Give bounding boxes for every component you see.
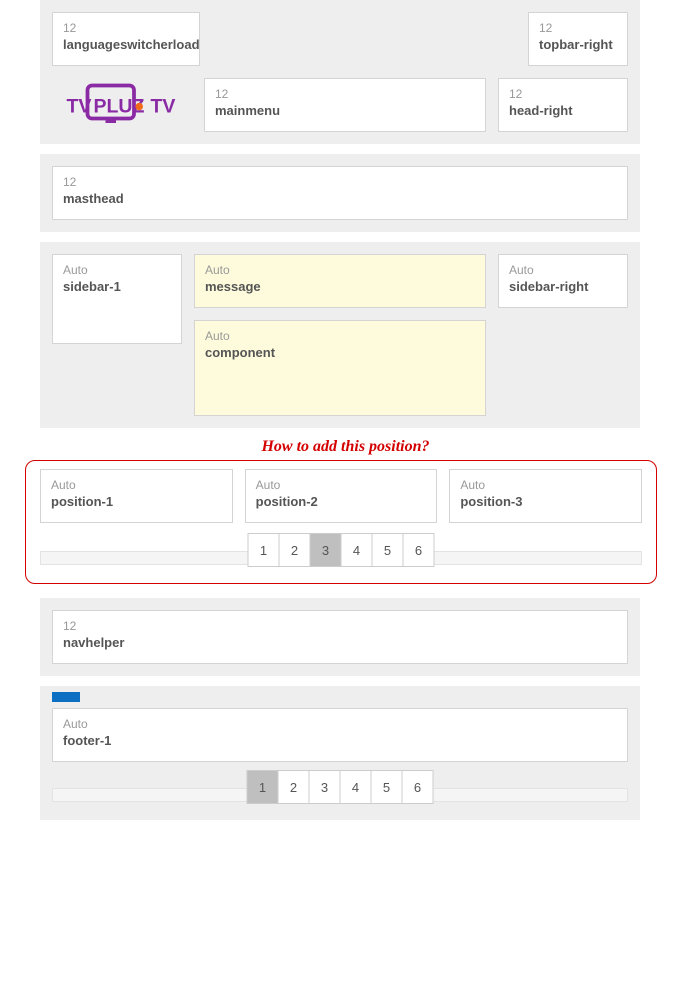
module-message[interactable]: Auto message (194, 254, 486, 308)
page-button-6[interactable]: 6 (402, 770, 434, 804)
module-size: Auto (205, 263, 475, 277)
footer-section: Auto footer-1 123456 (40, 686, 640, 820)
module-size: 12 (63, 175, 617, 189)
highlight-positions: Auto position-1 Auto position-2 Auto pos… (25, 460, 657, 584)
module-size: Auto (460, 478, 631, 492)
module-languageswitcherload[interactable]: 12 languageswitcherload (52, 12, 200, 66)
module-name: sidebar-right (509, 279, 617, 294)
svg-text:TV: TV (67, 96, 92, 118)
content-section: Auto sidebar-1 Auto message Auto compone… (40, 242, 640, 428)
page-button-4[interactable]: 4 (340, 770, 372, 804)
module-name: topbar-right (539, 37, 617, 52)
module-topbar-right[interactable]: 12 topbar-right (528, 12, 628, 66)
module-name: position-3 (460, 494, 631, 509)
footer-pagination: 123456 (247, 770, 434, 804)
module-footer-1[interactable]: Auto footer-1 (52, 708, 628, 762)
module-name: footer-1 (63, 733, 617, 748)
module-head-right[interactable]: 12 head-right (498, 78, 628, 132)
module-name: position-1 (51, 494, 222, 509)
footer-pagination-bar: 123456 (52, 772, 628, 808)
module-size: 12 (215, 87, 475, 101)
page-button-2[interactable]: 2 (278, 770, 310, 804)
module-name: position-2 (256, 494, 427, 509)
module-size: Auto (256, 478, 427, 492)
module-masthead[interactable]: 12 masthead (52, 166, 628, 220)
page-button-1[interactable]: 1 (247, 770, 279, 804)
module-size: 12 (539, 21, 617, 35)
module-position-1[interactable]: Auto position-1 (40, 469, 233, 523)
page-button-6[interactable]: 6 (403, 533, 435, 567)
page-button-4[interactable]: 4 (341, 533, 373, 567)
module-size: Auto (205, 329, 475, 343)
logo-tvpluz: TV PLUZ TV (52, 78, 192, 132)
page-button-1[interactable]: 1 (248, 533, 280, 567)
footer-accent-icon (52, 692, 80, 702)
module-navhelper[interactable]: 12 navhelper (52, 610, 628, 664)
spacer (212, 12, 516, 66)
module-size: 12 (63, 619, 617, 633)
module-name: sidebar-1 (63, 279, 171, 294)
module-size: 12 (63, 21, 189, 35)
positions-pagination: 123456 (248, 533, 435, 567)
module-size: 12 (509, 87, 617, 101)
module-sidebar-right[interactable]: Auto sidebar-right (498, 254, 628, 308)
masthead-section: 12 masthead (40, 154, 640, 232)
module-size: Auto (63, 717, 617, 731)
module-name: message (205, 279, 475, 294)
page-button-5[interactable]: 5 (371, 770, 403, 804)
positions-pagination-bar: 123456 (40, 535, 642, 571)
svg-text:TV: TV (151, 96, 176, 118)
module-name: navhelper (63, 635, 617, 650)
topbar-section: 12 languageswitcherload 12 topbar-right … (40, 0, 640, 144)
module-name: languageswitcherload (63, 37, 189, 52)
module-mainmenu[interactable]: 12 mainmenu (204, 78, 486, 132)
module-name: component (205, 345, 475, 360)
module-name: head-right (509, 103, 617, 118)
page-button-3[interactable]: 3 (309, 770, 341, 804)
annotation-text: How to add this position? (0, 438, 691, 456)
module-component[interactable]: Auto component (194, 320, 486, 416)
page-button-3[interactable]: 3 (310, 533, 342, 567)
module-name: mainmenu (215, 103, 475, 118)
module-size: Auto (63, 263, 171, 277)
module-size: Auto (509, 263, 617, 277)
module-size: Auto (51, 478, 222, 492)
navhelper-section: 12 navhelper (40, 598, 640, 676)
module-position-3[interactable]: Auto position-3 (449, 469, 642, 523)
module-sidebar-1[interactable]: Auto sidebar-1 (52, 254, 182, 344)
module-position-2[interactable]: Auto position-2 (245, 469, 438, 523)
page-button-2[interactable]: 2 (279, 533, 311, 567)
module-name: masthead (63, 191, 617, 206)
page-button-5[interactable]: 5 (372, 533, 404, 567)
